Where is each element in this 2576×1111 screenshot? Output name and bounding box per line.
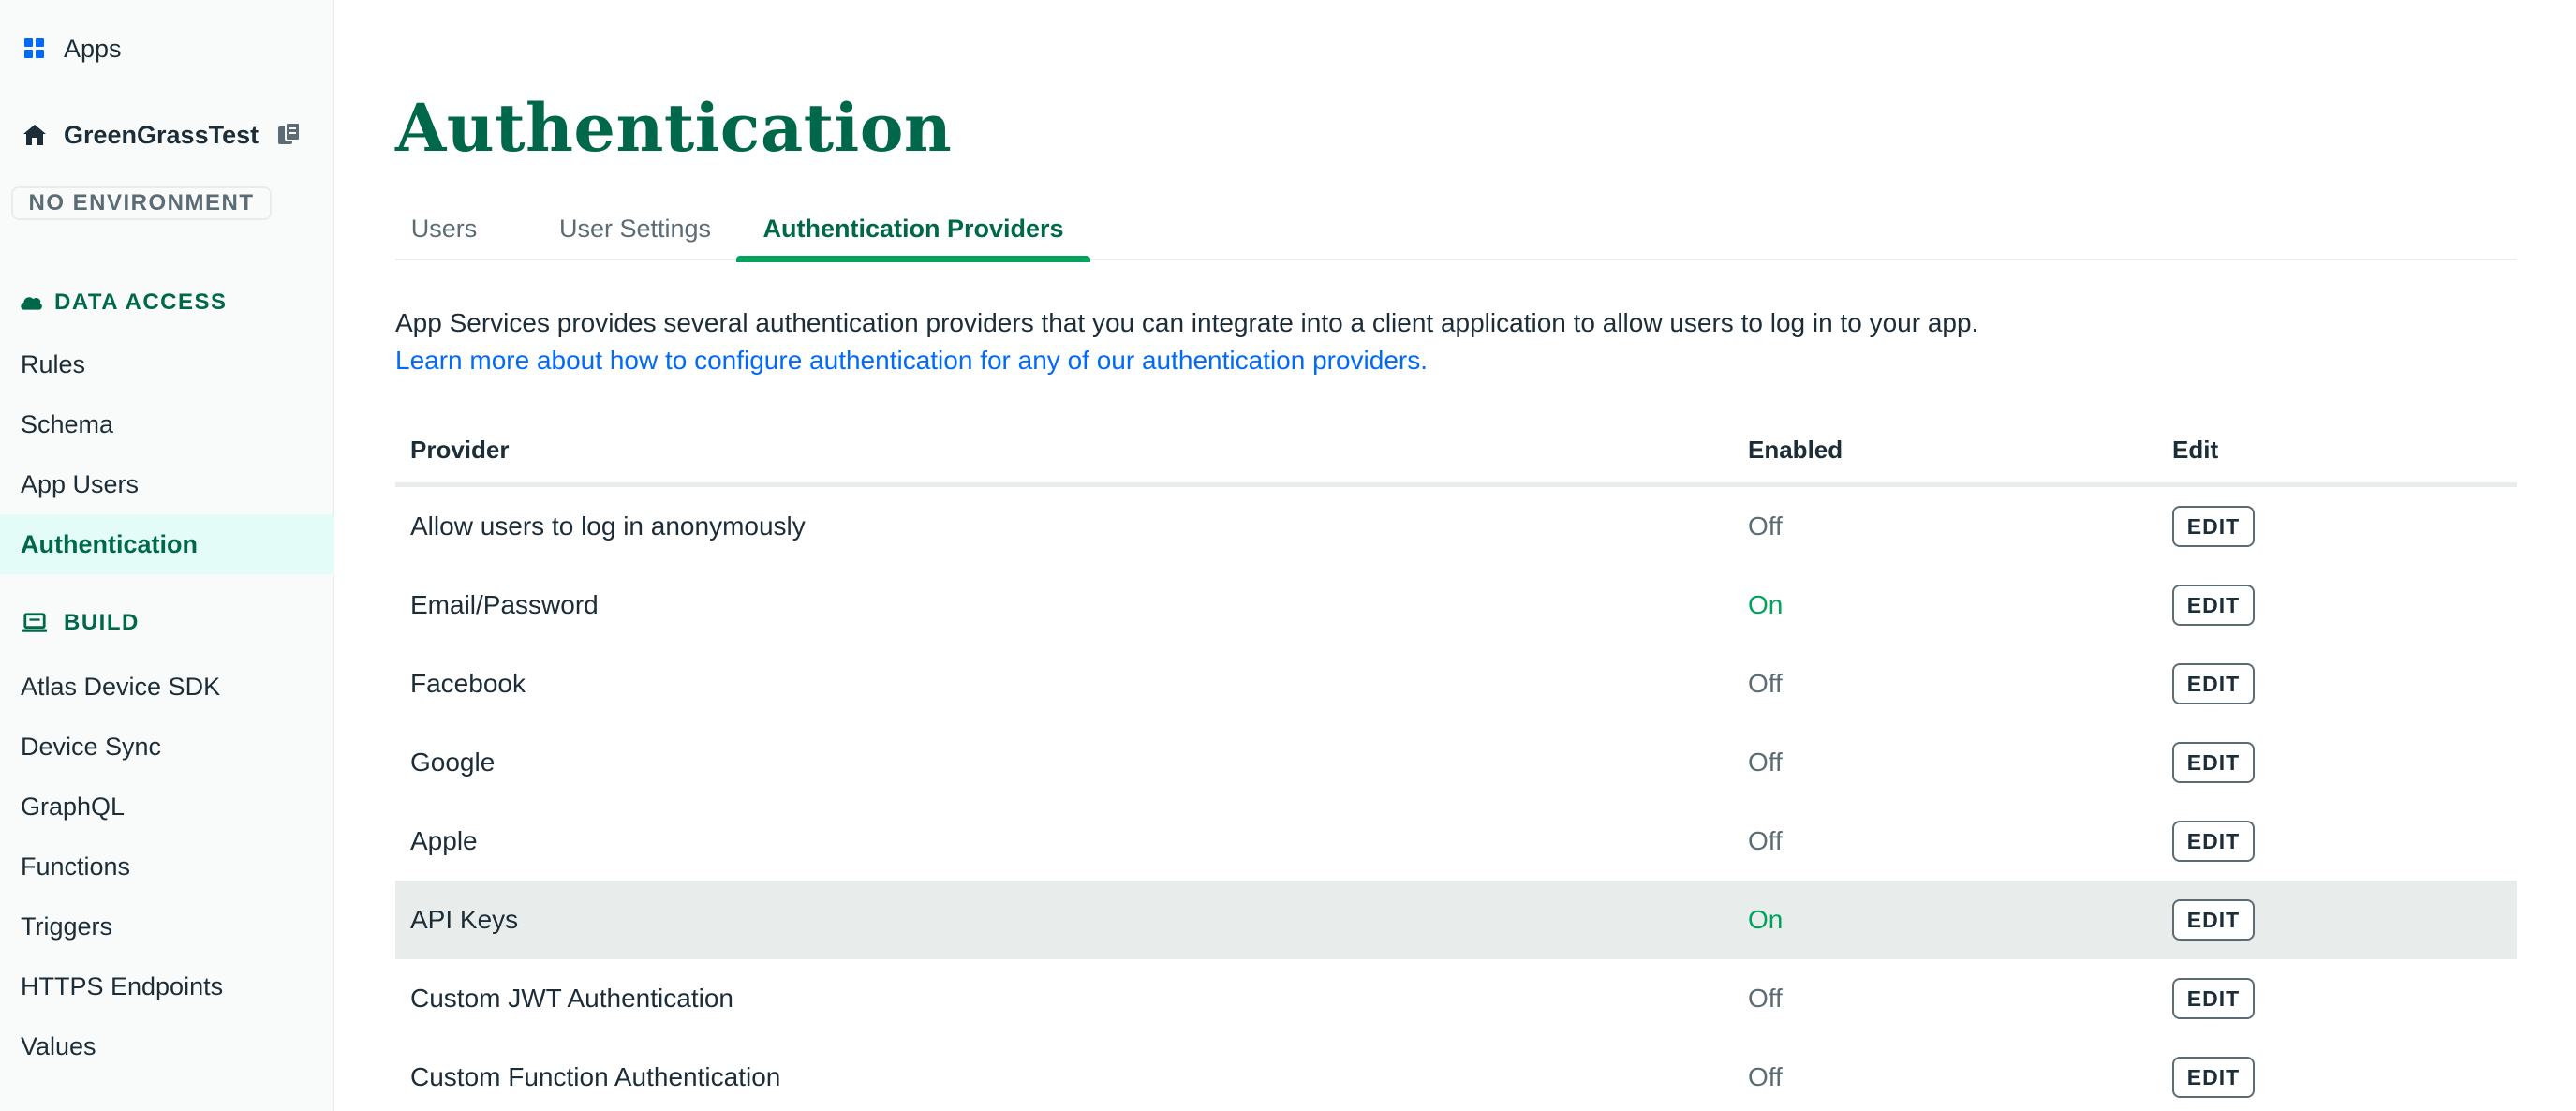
edit-button[interactable]: EDIT	[2172, 742, 2255, 783]
laptop-icon	[22, 611, 47, 635]
sidebar-item-atlas-device-sdk[interactable]: Atlas Device SDK	[0, 657, 334, 717]
app-name: GreenGrassTest	[64, 120, 259, 149]
sidebar-item-schema[interactable]: Schema	[0, 394, 334, 454]
sidebar-item-label: Schema	[21, 409, 114, 438]
provider-name: Allow users to log in anonymously	[410, 511, 806, 541]
edit-cell: EDIT	[2172, 802, 2255, 881]
edit-button[interactable]: EDIT	[2172, 585, 2255, 626]
tab-authentication-providers[interactable]: Authentication Providers	[736, 197, 1090, 262]
tab-users[interactable]: Users	[410, 197, 478, 260]
table-row: Custom JWT Authentication Off EDIT	[395, 959, 2517, 1038]
enabled-status: Off	[1748, 511, 1783, 541]
provider-name: Apple	[410, 826, 478, 855]
provider-name: Custom JWT Authentication	[410, 984, 733, 1013]
provider-name: API Keys	[410, 905, 519, 934]
sidebar-item-label: Rules	[21, 349, 86, 378]
provider-name: Google	[410, 748, 496, 777]
enabled-status: Off	[1748, 984, 1783, 1013]
provider-name: Custom Function Authentication	[410, 1062, 781, 1091]
sidebar-item-values[interactable]: Values	[0, 1016, 334, 1076]
table-row-highlighted: API Keys On EDIT	[395, 881, 2517, 959]
tab-user-settings[interactable]: User Settings	[551, 197, 719, 260]
environment-badge[interactable]: NO ENVIRONMENT	[11, 186, 272, 220]
enabled-status: Off	[1748, 669, 1783, 698]
sidebar-item-functions[interactable]: Functions	[0, 837, 334, 896]
cloud-database-icon	[19, 290, 43, 315]
sidebar-item-graphql[interactable]: GraphQL	[0, 777, 334, 837]
tab-bar: Users User Settings Authentication Provi…	[395, 197, 2517, 262]
enabled-status: On	[1748, 905, 1784, 934]
enabled-status: Off	[1748, 826, 1783, 855]
column-header-provider: Provider	[410, 435, 510, 464]
sidebar-item-label: Device Sync	[21, 732, 162, 761]
build-title: BUILD	[64, 610, 140, 635]
edit-cell: EDIT	[2172, 959, 2255, 1038]
edit-cell: EDIT	[2172, 1038, 2255, 1111]
column-header-enabled: Enabled	[1748, 435, 1843, 464]
provider-name: Facebook	[410, 669, 526, 698]
sidebar-item-label: Authentication	[21, 529, 198, 558]
sidebar-item-device-sync[interactable]: Device Sync	[0, 717, 334, 777]
page-title: Authentication	[395, 89, 953, 167]
enabled-status: Off	[1748, 748, 1783, 777]
sidebar-item-label: HTTPS Endpoints	[21, 971, 224, 1000]
sidebar-item-authentication[interactable]: Authentication	[0, 514, 334, 574]
sidebar-item-label: Functions	[21, 852, 131, 881]
page-description: App Services provides several authentica…	[395, 308, 1979, 337]
copy-icon[interactable]	[275, 121, 303, 149]
sidebar-item-rules[interactable]: Rules	[0, 334, 334, 394]
table-header: Provider Enabled Edit	[395, 412, 2517, 487]
edit-button[interactable]: EDIT	[2172, 821, 2255, 862]
data-access-title: DATA ACCESS	[54, 289, 228, 315]
edit-button[interactable]: EDIT	[2172, 978, 2255, 1019]
sidebar-item-label: App Users	[21, 469, 140, 498]
provider-name: Email/Password	[410, 590, 599, 619]
edit-cell: EDIT	[2172, 487, 2255, 566]
edit-cell: EDIT	[2172, 723, 2255, 802]
table-row: Email/Password On EDIT	[395, 566, 2517, 644]
sidebar-item-label: Values	[21, 1031, 96, 1060]
sidebar-item-triggers[interactable]: Triggers	[0, 896, 334, 956]
providers-table: Provider Enabled Edit Allow users to log…	[395, 412, 2517, 1111]
sidebar-item-app-users[interactable]: App Users	[0, 454, 334, 514]
column-header-edit: Edit	[2172, 435, 2219, 464]
sidebar-item-label: Atlas Device SDK	[21, 672, 221, 701]
edit-button[interactable]: EDIT	[2172, 506, 2255, 547]
home-icon	[22, 123, 47, 147]
edit-button[interactable]: EDIT	[2172, 899, 2255, 941]
edit-button[interactable]: EDIT	[2172, 1057, 2255, 1098]
enabled-status: Off	[1748, 1062, 1783, 1091]
app-name-row[interactable]: GreenGrassTest	[0, 114, 334, 156]
edit-cell: EDIT	[2172, 644, 2255, 723]
table-row: Apple Off EDIT	[395, 802, 2517, 881]
sidebar-item-https-endpoints[interactable]: HTTPS Endpoints	[0, 956, 334, 1016]
table-row: Facebook Off EDIT	[395, 644, 2517, 723]
grid-icon	[22, 37, 47, 61]
apps-link[interactable]: Apps	[0, 28, 334, 69]
sidebar-item-label: Triggers	[21, 911, 113, 941]
apps-label: Apps	[64, 34, 122, 63]
table-row: Allow users to log in anonymously Off ED…	[395, 487, 2517, 566]
sidebar-item-label: GraphQL	[21, 792, 126, 821]
table-row: Google Off EDIT	[395, 723, 2517, 802]
sidebar: Apps GreenGrassTest NO ENVIRONMENT DATA …	[0, 0, 334, 1111]
edit-cell: EDIT	[2172, 566, 2255, 644]
learn-more-link[interactable]: Learn more about how to configure authen…	[395, 346, 1428, 376]
table-row: Custom Function Authentication Off EDIT	[395, 1038, 2517, 1111]
edit-button[interactable]: EDIT	[2172, 663, 2255, 704]
edit-cell: EDIT	[2172, 881, 2255, 959]
enabled-status: On	[1748, 590, 1784, 619]
build-section: BUILD	[0, 602, 334, 644]
data-access-section: DATA ACCESS	[0, 282, 334, 323]
